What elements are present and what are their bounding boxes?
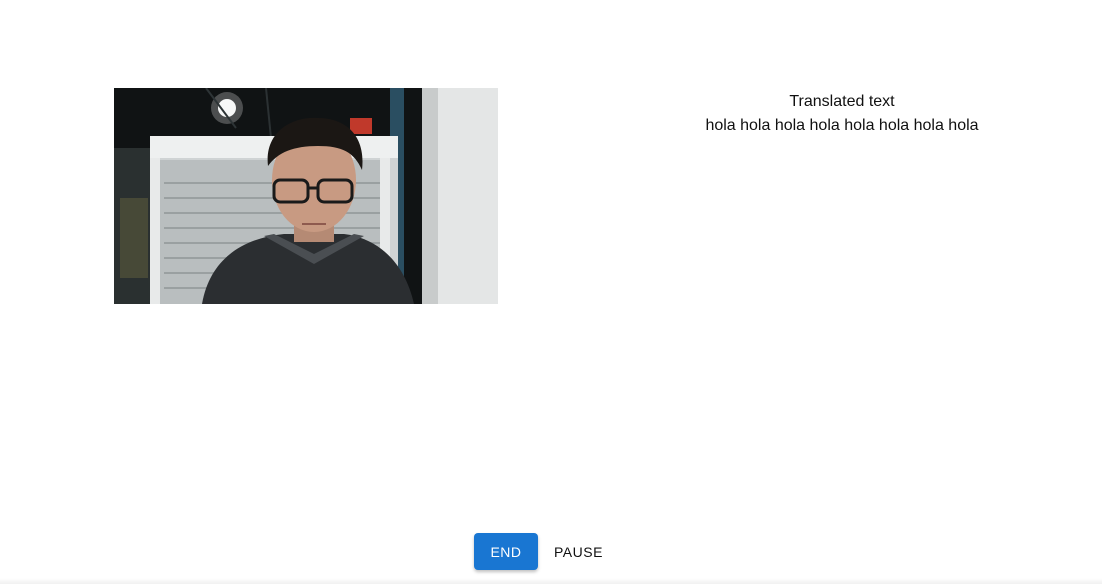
translator-page: Translated text hola hola hola hola hola… (0, 0, 1102, 584)
translation-text: hola hola hola hola hola hola hola hola (705, 117, 979, 134)
end-button[interactable]: END (474, 533, 538, 570)
translation-panel: Translated text hola hola hola hola hola… (640, 90, 1044, 138)
translation-heading: Translated text (789, 93, 895, 110)
bottom-shadow (0, 578, 1102, 584)
webcam-video (114, 88, 498, 304)
pause-button[interactable]: PAUSE (538, 533, 619, 570)
playback-controls: END PAUSE (474, 533, 619, 570)
webcam-feed-image (114, 88, 498, 304)
